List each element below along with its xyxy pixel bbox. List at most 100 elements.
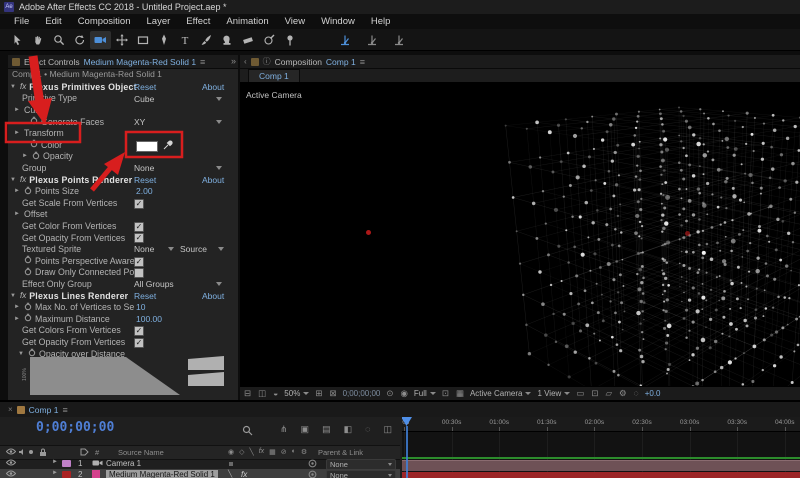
playhead-line[interactable] — [406, 426, 408, 478]
hand-tool[interactable] — [27, 31, 48, 49]
graph-editor-icon[interactable]: ◫ — [383, 424, 392, 435]
quality-switch[interactable]: ╲ — [228, 470, 232, 478]
menu-animation[interactable]: Animation — [218, 16, 276, 27]
panel-menu-icon[interactable]: ≡ — [360, 57, 365, 67]
live-update-icon[interactable]: ▣ — [301, 424, 310, 435]
disclosure-triangle-icon[interactable]: ▼ — [18, 351, 25, 357]
pan-behind-tool[interactable] — [111, 31, 132, 49]
checkbox[interactable]: ✓ — [134, 233, 144, 243]
layer-label-chip[interactable] — [62, 471, 71, 478]
property-value[interactable]: 10 — [136, 302, 145, 312]
motion-blur-icon[interactable]: ◐ — [292, 448, 296, 456]
exposure-value[interactable]: +0.0 — [645, 389, 661, 398]
3d-view-dropdown[interactable]: Active Camera — [470, 389, 531, 398]
disclosure-triangle-icon[interactable]: ► — [14, 304, 21, 310]
effect-property-row[interactable]: ►Points Size2.00 — [8, 185, 238, 197]
panel-menu-icon[interactable]: ≡ — [62, 405, 67, 415]
reset-button[interactable]: Reset — [134, 291, 156, 301]
effect-property-row[interactable]: Get Colors From Vertices✓ — [8, 325, 238, 337]
effect-property-row[interactable]: Effect Only GroupAll Groups — [8, 278, 238, 290]
opacity-over-distance-graph[interactable] — [26, 355, 228, 397]
transparency-grid-icon[interactable]: ▦ — [456, 388, 464, 399]
brush-tool[interactable] — [195, 31, 216, 49]
collapse-icon[interactable]: ◇ — [239, 448, 244, 456]
zoom-tool[interactable] — [48, 31, 69, 49]
effect-property-row[interactable]: Draw Only Connected Po — [8, 267, 238, 279]
preview-quality-icon[interactable]: ⊟ — [244, 388, 251, 399]
dropdown-value[interactable]: XY — [134, 117, 145, 127]
disclosure-triangle-icon[interactable]: ► — [14, 316, 21, 322]
reset-button[interactable]: Reset — [134, 175, 156, 185]
dropdown-value[interactable]: None — [134, 163, 154, 173]
draft-3d-icon[interactable]: ▤ — [322, 424, 331, 435]
stopwatch-icon[interactable] — [30, 139, 38, 150]
resolution-value[interactable]: Full — [414, 389, 427, 398]
eraser-tool[interactable] — [237, 31, 258, 49]
effect-controls-tab[interactable]: Effect Controls Medium Magenta-Red Solid… — [8, 55, 238, 69]
pixel-aspect-icon[interactable]: ⊡ — [591, 388, 598, 399]
fx-icon[interactable]: fx — [259, 448, 264, 456]
layer-name[interactable]: Medium Magenta-Red Solid 1 — [106, 470, 218, 478]
comp-viewer-subtab[interactable]: Comp 1 — [248, 69, 300, 82]
roto-brush-tool[interactable] — [258, 31, 279, 49]
snapshot-icon[interactable]: ⊙ — [386, 388, 393, 399]
stopwatch-icon[interactable] — [30, 116, 38, 127]
solid-color-swatch[interactable] — [92, 470, 100, 478]
effect-property-row[interactable]: Primitive TypeCube — [8, 93, 238, 105]
dropdown-value[interactable]: None — [134, 244, 154, 254]
menu-edit[interactable]: Edit — [37, 16, 69, 27]
layer-expand-icon[interactable]: ► — [52, 459, 58, 465]
effect-group-row[interactable]: ▼fxPlexus Lines RendererResetAbout — [8, 290, 238, 302]
effect-property-row[interactable]: ►Max No. of Vertices to Se10 — [8, 301, 238, 313]
grid-options-icon[interactable]: ▭ — [576, 388, 584, 399]
about-button[interactable]: About — [202, 291, 224, 301]
menu-view[interactable]: View — [277, 16, 313, 27]
reset-exposure-icon[interactable]: ◌ — [634, 388, 639, 399]
effect-controls-tab-label[interactable]: Effect Controls — [24, 57, 80, 67]
reset-button[interactable]: Reset — [134, 82, 156, 92]
effect-property-row[interactable]: ►Opacity — [8, 151, 238, 163]
menu-composition[interactable]: Composition — [70, 16, 139, 27]
disclosure-triangle-icon[interactable]: ► — [14, 107, 21, 113]
effect-property-row[interactable]: Color — [8, 139, 238, 151]
shy-icon[interactable]: ◉ — [228, 448, 234, 456]
about-button[interactable]: About — [202, 175, 224, 185]
menu-help[interactable]: Help — [363, 16, 399, 27]
effect-controls-tab-target[interactable]: Medium Magenta-Red Solid 1 — [84, 57, 196, 67]
magnification-value[interactable]: 50% — [284, 389, 300, 398]
puppet-pin-tool[interactable] — [279, 31, 300, 49]
mask-visibility-icon[interactable]: ⊠ — [329, 388, 336, 399]
checkbox[interactable]: ✓ — [134, 338, 144, 348]
disclosure-triangle-icon[interactable]: ► — [22, 153, 29, 159]
solid-layer-bar[interactable] — [402, 472, 800, 478]
layer-row-1[interactable]: ►1Camera 1None — [0, 458, 400, 469]
effect-property-row[interactable]: Generate FacesXY — [8, 116, 238, 128]
effect-property-row[interactable]: Get Opacity From Vertices✓ — [8, 336, 238, 348]
disclosure-triangle-icon[interactable]: ▼ — [10, 177, 17, 183]
property-dropdown-source[interactable]: Source — [180, 244, 226, 254]
layer-label-chip[interactable] — [62, 460, 71, 467]
property-value[interactable]: 100.00 — [136, 314, 162, 324]
quality-icon[interactable]: ╲ — [250, 448, 254, 456]
checkbox[interactable]: ✓ — [134, 222, 144, 232]
safe-zones-icon[interactable]: ⊞ — [315, 388, 322, 399]
close-icon[interactable]: × — [8, 405, 13, 414]
fast-previews-icon[interactable]: ▱ — [605, 388, 612, 399]
checkbox[interactable] — [134, 268, 144, 278]
property-dropdown[interactable]: None — [134, 163, 224, 173]
about-button[interactable]: About — [202, 82, 224, 92]
layer-anchor-point[interactable] — [366, 230, 371, 235]
local-axis-mode[interactable] — [334, 31, 355, 49]
viewer-timecode[interactable]: 0;00;00;00 — [343, 389, 381, 398]
disclosure-triangle-icon[interactable]: ► — [14, 211, 21, 217]
property-value[interactable]: 2.00 — [136, 186, 153, 196]
timeline-search[interactable] — [242, 425, 253, 436]
disclosure-triangle-icon[interactable]: ▼ — [10, 293, 17, 299]
world-axis-mode[interactable] — [361, 31, 382, 49]
frame-blending-icon[interactable]: ◧ — [344, 424, 353, 435]
mask-icon[interactable]: ▦ — [269, 448, 276, 456]
comp-subtab-label[interactable]: Comp 1 — [259, 71, 289, 81]
pen-tool[interactable] — [153, 31, 174, 49]
effect-group-row[interactable]: ▼fxPlexus Primitives ObjectResetAbout — [8, 81, 238, 93]
resolution-dropdown[interactable]: Full — [414, 389, 436, 398]
